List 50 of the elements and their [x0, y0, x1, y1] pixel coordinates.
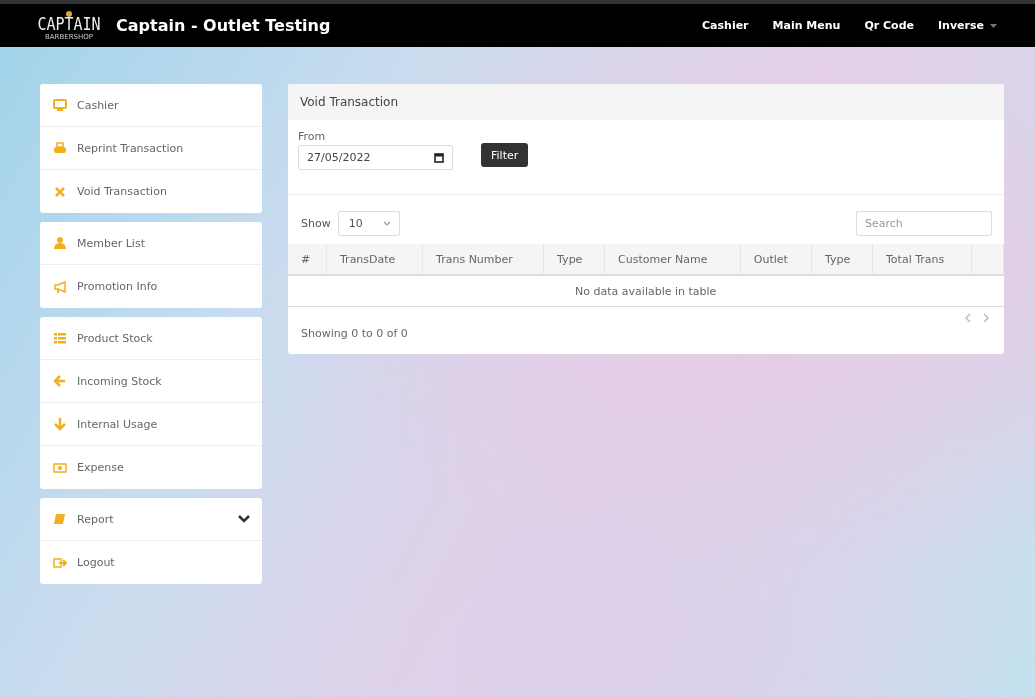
megaphone-icon — [53, 279, 67, 294]
chevron-icon — [382, 221, 391, 226]
banknote-icon — [53, 460, 67, 475]
sidebar-item[interactable]: Expense — [40, 446, 262, 489]
table-info: Showing 0 to 0 of 0 — [300, 326, 409, 342]
next-page-icon — [982, 313, 990, 323]
app-title: Captain - Outlet Testing — [116, 16, 331, 35]
sidebar-item[interactable]: Void Transaction — [40, 170, 262, 213]
sidebar-item[interactable]: Reprint Transaction — [40, 127, 262, 170]
nav-link[interactable]: Qr Code — [864, 19, 914, 32]
column-header[interactable]: Type — [811, 244, 873, 275]
arrow-down-icon — [53, 417, 67, 431]
calendar-icon — [434, 152, 444, 163]
column-header[interactable]: Type — [543, 244, 605, 275]
sidebar-item[interactable]: Cashier — [40, 84, 262, 127]
sidebar-item[interactable]: Internal Usage — [40, 403, 262, 446]
column-header[interactable]: Outlet — [740, 244, 812, 275]
column-header[interactable]: # — [288, 244, 327, 275]
sidebar-item[interactable]: Promotion Info — [40, 265, 262, 308]
panel-title: Void Transaction — [300, 95, 399, 109]
printer-icon — [53, 141, 67, 155]
column-header[interactable]: TransDate — [326, 244, 423, 275]
search-field[interactable]: Search — [856, 211, 992, 236]
previous-page-icon — [964, 313, 972, 323]
nav-link[interactable]: Main Menu — [772, 19, 841, 32]
user-icon — [53, 236, 67, 250]
sidebar-item[interactable]: Product Stock — [40, 317, 262, 360]
logo-title: CAPTAIN — [37, 15, 101, 33]
show-label: Show — [301, 217, 331, 230]
column-header[interactable]: Customer Name — [604, 244, 741, 275]
filter-button[interactable]: Filter — [481, 143, 529, 167]
sidebar-item[interactable]: Logout — [40, 541, 262, 584]
list-icon — [53, 331, 67, 345]
page-size-select[interactable]: 10 — [337, 211, 400, 236]
nav-link[interactable]: Cashier — [702, 19, 749, 32]
sidebar-item[interactable]: Member List — [40, 222, 262, 265]
caret-icon — [990, 23, 997, 28]
nav-link[interactable]: Inverse — [938, 19, 997, 32]
column-header[interactable]: Total Trans — [872, 244, 972, 275]
column-header[interactable]: Trans Number — [422, 244, 544, 275]
date-field[interactable]: 27/05/2022 — [298, 145, 453, 170]
empty-message: No data available in table — [288, 275, 1004, 307]
book-icon — [53, 512, 67, 526]
monitor-icon — [53, 98, 67, 112]
field-label: From — [298, 130, 327, 143]
arrow-left-icon — [53, 374, 67, 388]
sidebar-item[interactable]: Report — [40, 498, 262, 541]
logout-icon — [53, 555, 67, 570]
sidebar-item[interactable]: Incoming Stock — [40, 360, 262, 403]
close-icon — [53, 184, 67, 199]
